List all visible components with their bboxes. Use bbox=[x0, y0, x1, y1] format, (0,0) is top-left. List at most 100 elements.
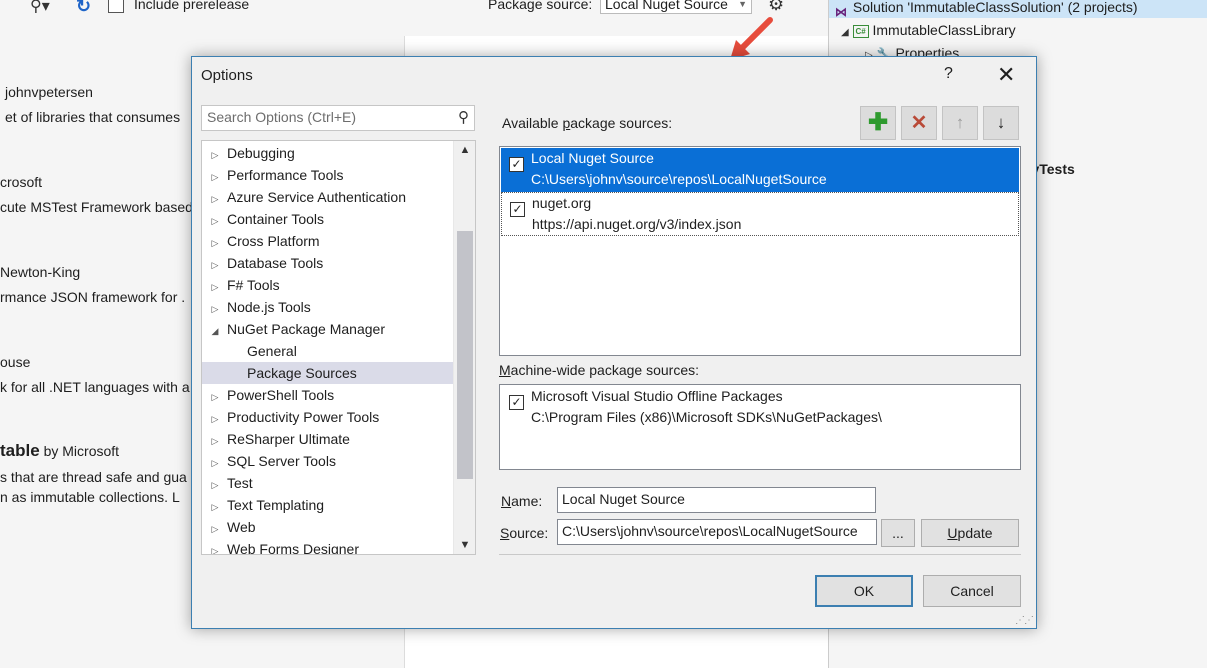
package-author[interactable]: ouse bbox=[0, 354, 30, 370]
help-button[interactable]: ? bbox=[944, 65, 953, 83]
close-icon[interactable]: ✕ bbox=[997, 62, 1015, 88]
name-label: Name: bbox=[501, 493, 543, 509]
package-description: s that are thread safe and gua bbox=[0, 469, 187, 485]
expand-icon[interactable]: ▷ bbox=[208, 540, 222, 554]
tree-item-label: Web Forms Designer bbox=[227, 541, 360, 555]
expand-icon[interactable]: ▷ bbox=[208, 144, 222, 166]
move-up-button[interactable]: ↑ bbox=[942, 106, 978, 140]
browse-button[interactable]: ... bbox=[881, 519, 915, 547]
project-node[interactable]: ◢ C# ImmutableClassLibrary bbox=[841, 19, 1016, 41]
tree-item-label: Productivity Power Tools bbox=[227, 409, 380, 425]
tree-item-label: Container Tools bbox=[227, 211, 325, 227]
tree-item-cross-platform[interactable]: ▷ Cross Platform bbox=[202, 230, 454, 252]
tree-item-web[interactable]: ▷ Web bbox=[202, 516, 454, 538]
search-icon[interactable]: ⚲▾ bbox=[30, 0, 52, 16]
expand-icon[interactable]: ▷ bbox=[208, 452, 222, 474]
package-source-label: Package source: bbox=[488, 0, 593, 12]
tree-item-azure-service-authentication[interactable]: ▷ Azure Service Authentication bbox=[202, 186, 454, 208]
cancel-button[interactable]: Cancel bbox=[923, 575, 1021, 607]
source-enabled-checkbox[interactable]: ✓ bbox=[509, 395, 524, 410]
package-title-row[interactable]: table by Microsoft bbox=[0, 441, 119, 461]
scroll-down-icon[interactable]: ▼ bbox=[454, 539, 475, 551]
tree-item-f-tools[interactable]: ▷ F# Tools bbox=[202, 274, 454, 296]
move-down-button[interactable]: ↓ bbox=[983, 106, 1019, 140]
name-input[interactable]: Local Nuget Source bbox=[557, 487, 876, 513]
collapse-icon[interactable]: ◢ bbox=[208, 320, 222, 342]
solution-icon: ⋈ bbox=[835, 5, 847, 20]
expand-icon[interactable]: ▷ bbox=[208, 210, 222, 232]
solution-node[interactable]: ⋈ Solution 'ImmutableClassSolution' (2 p… bbox=[829, 0, 1207, 20]
package-author: by Microsoft bbox=[43, 443, 120, 459]
source-input[interactable]: C:\Users\johnv\source\repos\LocalNugetSo… bbox=[557, 519, 877, 545]
package-author[interactable]: Newton-King bbox=[0, 264, 80, 280]
tree-item-label: Text Templating bbox=[227, 497, 325, 513]
tree-item-sql-server-tools[interactable]: ▷ SQL Server Tools bbox=[202, 450, 454, 472]
tree-item-debugging[interactable]: ▷ Debugging bbox=[202, 142, 454, 164]
include-prerelease-label: Include prerelease bbox=[134, 0, 250, 12]
resize-grip-icon[interactable]: ⋰⋰ bbox=[1015, 615, 1034, 626]
arrow-down-icon: ↓ bbox=[996, 113, 1006, 132]
expand-icon[interactable]: ▷ bbox=[208, 166, 222, 188]
tree-item-powershell-tools[interactable]: ▷ PowerShell Tools bbox=[202, 384, 454, 406]
include-prerelease-checkbox[interactable] bbox=[108, 0, 124, 13]
package-description: n as immutable collections. L bbox=[0, 489, 180, 505]
tree-item-general[interactable]: General bbox=[202, 340, 454, 362]
expand-icon[interactable]: ▷ bbox=[208, 232, 222, 254]
update-button[interactable]: Update bbox=[921, 519, 1019, 547]
tree-item-package-sources[interactable]: Package Sources bbox=[202, 362, 454, 384]
source-item-nuget-org[interactable]: ✓ nuget.org https://api.nuget.org/v3/ind… bbox=[501, 192, 1019, 236]
chevron-down-icon: ▼ bbox=[738, 0, 747, 9]
source-label: Source: bbox=[500, 525, 549, 541]
csharp-project-icon: C# bbox=[852, 24, 869, 38]
expand-icon[interactable]: ▷ bbox=[208, 474, 222, 496]
arrow-up-icon: ↑ bbox=[955, 113, 965, 132]
tree-item-performance-tools[interactable]: ▷ Performance Tools bbox=[202, 164, 454, 186]
package-source-select[interactable]: Local Nuget Source ▼ bbox=[600, 0, 752, 14]
expand-icon[interactable]: ▷ bbox=[208, 298, 222, 320]
collapse-icon[interactable]: ◢ bbox=[841, 22, 849, 44]
delete-icon: ✕ bbox=[910, 112, 928, 134]
scroll-up-icon[interactable]: ▲ bbox=[454, 144, 475, 156]
gear-icon[interactable]: ⚙ bbox=[768, 0, 784, 15]
source-enabled-checkbox[interactable]: ✓ bbox=[510, 202, 525, 217]
expand-icon[interactable]: ▷ bbox=[208, 496, 222, 518]
tree-item-nuget-package-manager[interactable]: ◢ NuGet Package Manager bbox=[202, 318, 454, 340]
project-label: ImmutableClassLibrary bbox=[872, 22, 1016, 38]
tree-item-database-tools[interactable]: ▷ Database Tools bbox=[202, 252, 454, 274]
source-item-offline-packages[interactable]: ✓ Microsoft Visual Studio Offline Packag… bbox=[501, 386, 1019, 430]
tree-item-test[interactable]: ▷ Test bbox=[202, 472, 454, 494]
remove-source-button[interactable]: ✕ bbox=[901, 106, 937, 140]
expand-icon[interactable]: ▷ bbox=[208, 276, 222, 298]
tree-item-resharper-ultimate[interactable]: ▷ ReSharper Ultimate bbox=[202, 428, 454, 450]
refresh-icon[interactable]: ↻ bbox=[76, 0, 91, 17]
divider bbox=[499, 554, 1021, 555]
package-author[interactable]: crosoft bbox=[0, 174, 42, 190]
tree-item-node-js-tools[interactable]: ▷ Node.js Tools bbox=[202, 296, 454, 318]
search-options-input[interactable]: Search Options (Ctrl+E) ⚲ bbox=[201, 105, 475, 131]
expand-icon[interactable]: ▷ bbox=[208, 386, 222, 408]
available-sources-label: Available package sources: bbox=[502, 115, 673, 131]
source-path: C:\Program Files (x86)\Microsoft SDKs\Nu… bbox=[531, 409, 882, 425]
source-enabled-checkbox[interactable]: ✓ bbox=[509, 157, 524, 172]
expand-icon[interactable]: ▷ bbox=[208, 188, 222, 210]
expand-icon[interactable]: ▷ bbox=[208, 254, 222, 276]
tree-item-text-templating[interactable]: ▷ Text Templating bbox=[202, 494, 454, 516]
tree-item-label: Performance Tools bbox=[227, 167, 344, 183]
expand-icon[interactable]: ▷ bbox=[208, 518, 222, 540]
tree-item-label: Package Sources bbox=[247, 365, 357, 381]
tree-item-label: Azure Service Authentication bbox=[227, 189, 406, 205]
expand-icon[interactable]: ▷ bbox=[208, 430, 222, 452]
scrollbar-thumb[interactable] bbox=[457, 231, 473, 479]
source-item-local[interactable]: ✓ Local Nuget Source C:\Users\johnv\sour… bbox=[501, 148, 1019, 192]
package-description: cute MSTest Framework based bbox=[0, 199, 193, 215]
tree-item-productivity-power-tools[interactable]: ▷ Productivity Power Tools bbox=[202, 406, 454, 428]
add-source-button[interactable]: ✚ bbox=[860, 106, 896, 140]
ok-button[interactable]: OK bbox=[815, 575, 913, 607]
tree-item-container-tools[interactable]: ▷ Container Tools bbox=[202, 208, 454, 230]
search-icon[interactable]: ⚲ bbox=[458, 108, 469, 126]
tree-scrollbar[interactable]: ▲ ▼ bbox=[453, 141, 475, 554]
expand-icon[interactable]: ▷ bbox=[208, 408, 222, 430]
tree-item-web-forms-designer[interactable]: ▷ Web Forms Designer bbox=[202, 538, 454, 555]
package-author[interactable]: johnvpetersen bbox=[5, 84, 93, 100]
tree-item-label: NuGet Package Manager bbox=[227, 321, 385, 337]
